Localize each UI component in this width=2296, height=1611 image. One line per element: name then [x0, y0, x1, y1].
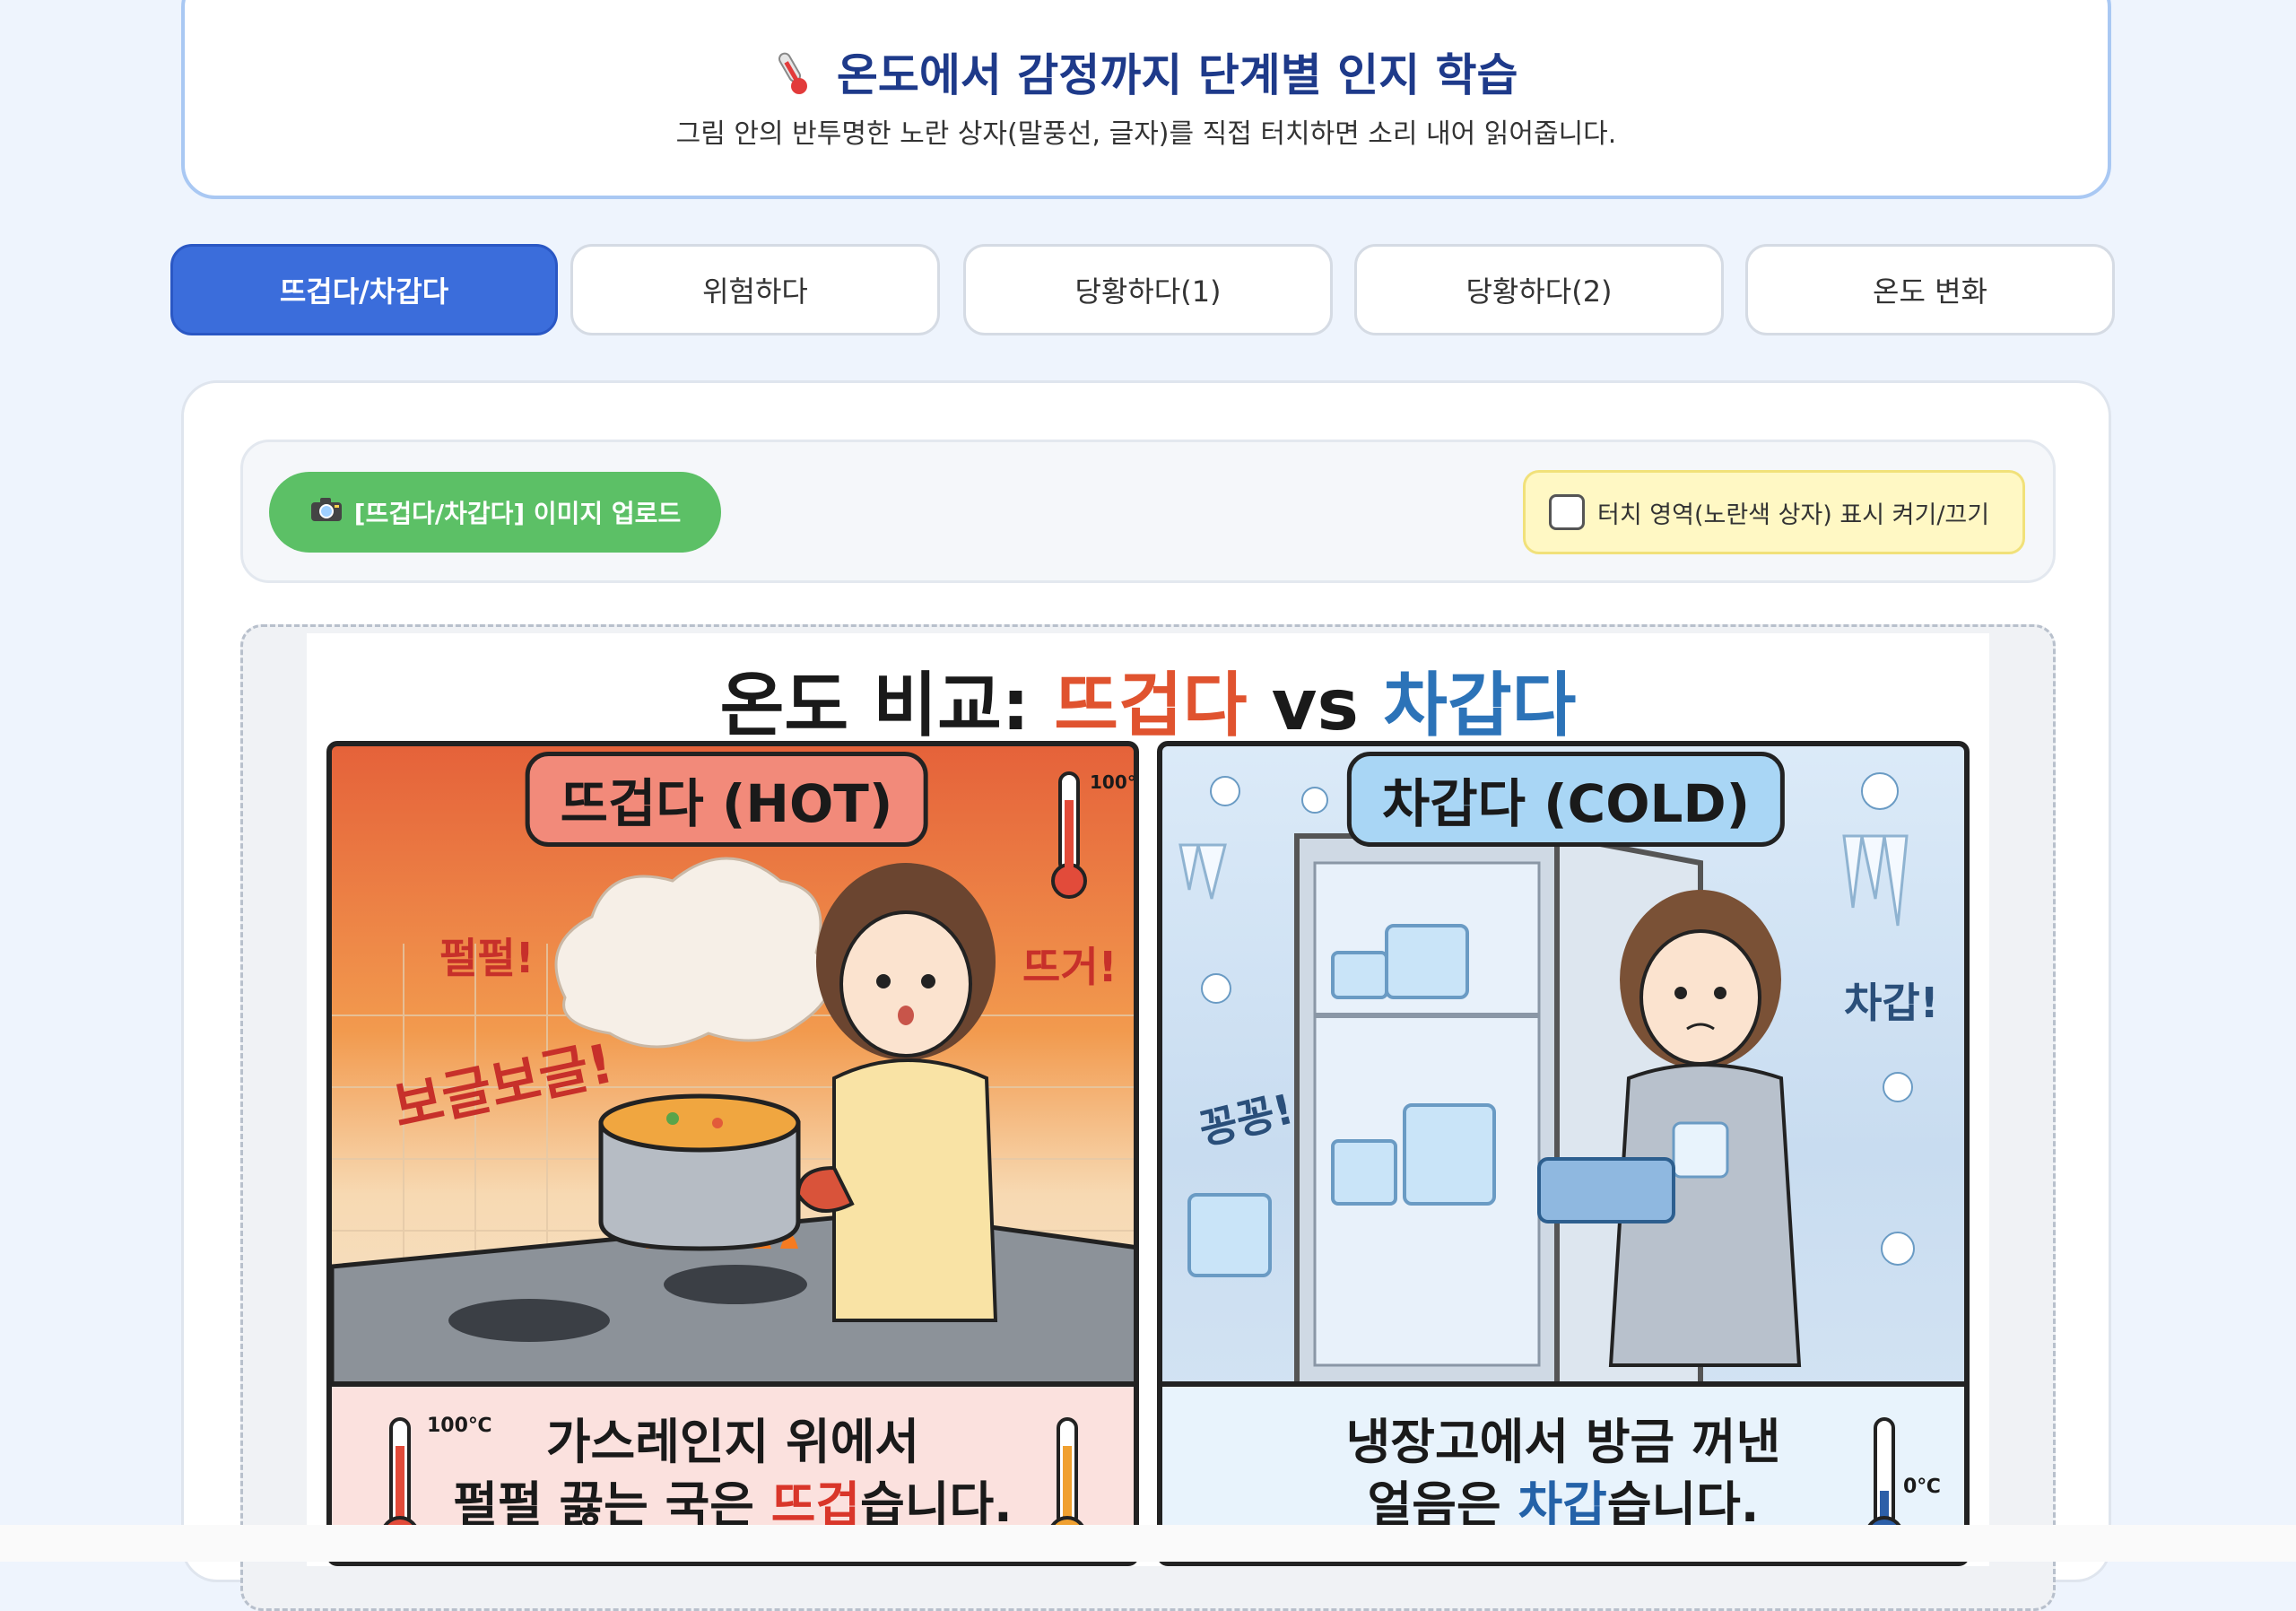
illustration-title-hot: 뜨겁다 [1054, 666, 1248, 746]
lesson-illustration[interactable]: 온도 비교: 뜨겁다 vs 차갑다 뜨겁다 (HOT) 100 펄펄! 보글보글… [307, 633, 1989, 1566]
sfx-hot[interactable]: 뜨거! [1022, 935, 1118, 994]
page-title-text: 온도에서 감정까지 단계별 인지 학습 [836, 49, 1518, 101]
illustration-title-prefix: 온도 비교: [719, 666, 1055, 746]
image-upload-label: [뜨겁다/차갑다] 이미지 업로드 [353, 499, 682, 528]
footer-strip [0, 1525, 2296, 1562]
touch-area-toggle-label: 터치 영역(노란색 상자) 표시 켜기/끄기 [1597, 501, 1990, 529]
tab-hot-cold[interactable]: 뜨겁다/차갑다 [170, 244, 558, 335]
illustration-title-vs: vs [1247, 666, 1384, 746]
sfx-boil[interactable]: 펄펄! [439, 926, 535, 985]
tab-embarrassed-1[interactable]: 당황하다(1) [963, 244, 1333, 335]
tab-danger[interactable]: 위험하다 [570, 244, 940, 335]
tab-temperature-change[interactable]: 온도 변화 [1745, 244, 2115, 335]
illustration-title: 온도 비교: 뜨겁다 vs 차갑다 [307, 649, 1989, 750]
page-title: 온도에서 감정까지 단계별 인지 학습 [185, 39, 2108, 108]
tab-embarrassed-2[interactable]: 당황하다(2) [1354, 244, 1724, 335]
page-subtitle: 그림 안의 반투명한 노란 상자(말풍선, 글자)를 직접 터치하면 소리 내어… [675, 118, 1617, 150]
cold-panel[interactable]: 차갑다 (COLD) 꽁꽁! 차갑! 냉장고에서 방금 꺼낸 얼음은 차갑습니다… [1157, 741, 1970, 1566]
camera-icon [309, 496, 344, 529]
illustration-title-cold: 차갑다 [1383, 666, 1577, 746]
touch-area-checkbox[interactable] [1549, 494, 1585, 530]
touch-area-toggle[interactable]: 터치 영역(노란색 상자) 표시 켜기/끄기 [1523, 470, 2025, 554]
hot-panel[interactable]: 뜨겁다 (HOT) 100℃ 펄펄! 보글보글! 뜨거! 가스레인지 위에서 펄… [326, 741, 1139, 1566]
sfx-cold[interactable]: 차갑! [1844, 971, 1939, 1030]
hot-thermometer-label: 100℃ [1090, 771, 1134, 793]
cold-panel-label: 차갑다 (COLD) [1346, 752, 1786, 847]
thermometer-icon [774, 50, 810, 108]
image-upload-button[interactable]: [뜨겁다/차갑다] 이미지 업로드 [269, 472, 721, 553]
header-card: 온도에서 감정까지 단계별 인지 학습 그림 안의 반투명한 노란 상자(말풍선… [181, 0, 2111, 199]
hot-panel-label: 뜨겁다 (HOT) [525, 752, 928, 847]
